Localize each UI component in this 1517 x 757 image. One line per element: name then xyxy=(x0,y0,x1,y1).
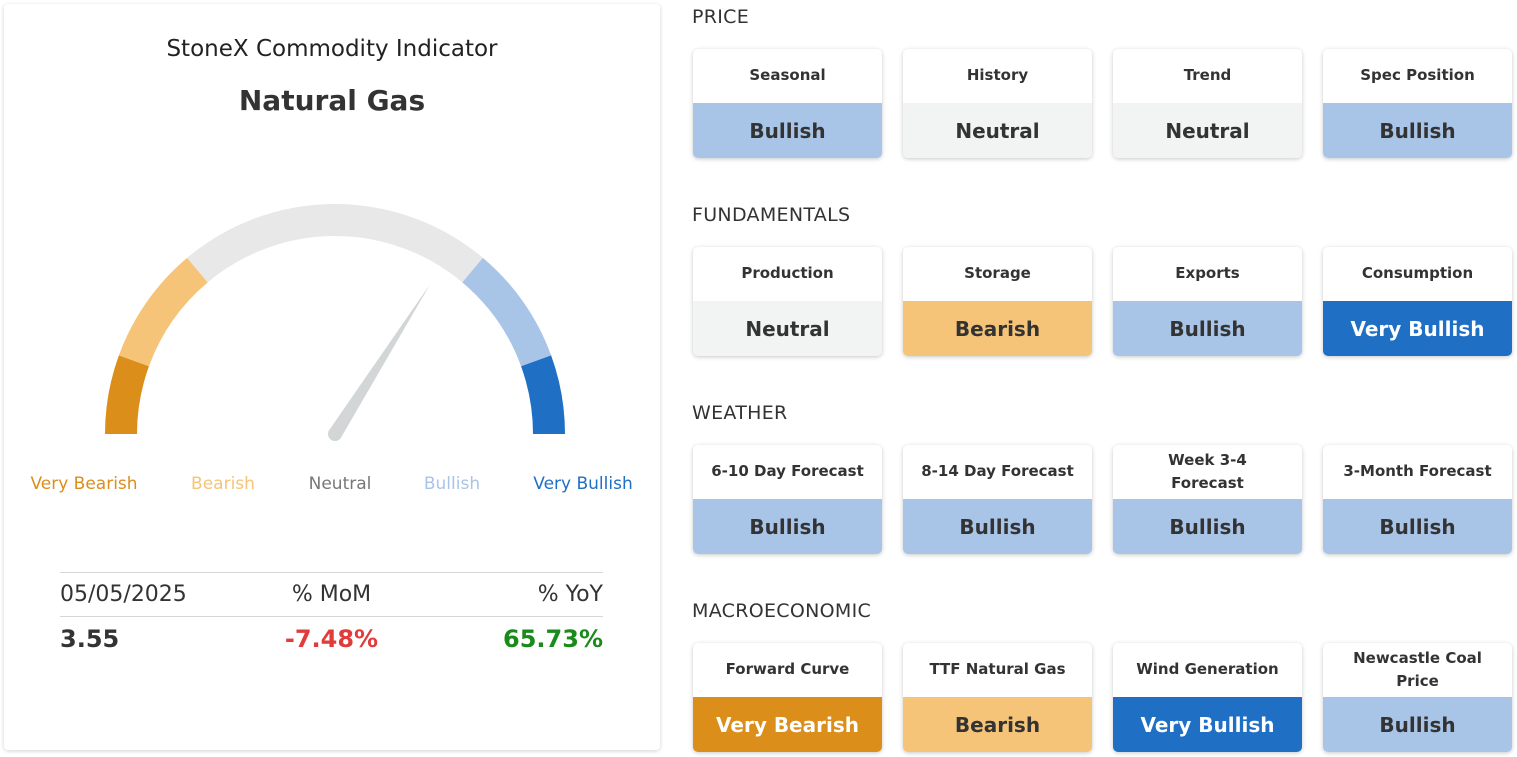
stats-value-row: 3.55 -7.48% 65.73% xyxy=(60,616,603,660)
tile-newcastle-coal-price[interactable]: Newcastle Coal Price Bullish xyxy=(1323,643,1512,752)
stats-mom-label: % MoM xyxy=(291,582,372,607)
tile-sentiment: Bullish xyxy=(693,103,882,158)
tile-spec-position[interactable]: Spec Position Bullish xyxy=(1323,49,1512,158)
tile-sentiment: Neutral xyxy=(1113,103,1302,158)
tile-storage[interactable]: Storage Bearish xyxy=(903,247,1092,356)
tile-sentiment: Bullish xyxy=(1113,499,1302,554)
tile-seasonal[interactable]: Seasonal Bullish xyxy=(693,49,882,158)
tile-sentiment: Bullish xyxy=(1323,103,1512,158)
tile-sentiment: Bullish xyxy=(1113,301,1302,356)
tile-label: 3-Month Forecast xyxy=(1343,462,1492,481)
tile-sentiment: Very Bearish xyxy=(693,697,882,752)
stats-table: 05/05/2025 % MoM % YoY 3.55 -7.48% 65.73… xyxy=(60,572,603,660)
tile-wind-generation[interactable]: Wind Generation Very Bullish xyxy=(1113,643,1302,752)
tile-consumption[interactable]: Consumption Very Bullish xyxy=(1323,247,1512,356)
tile-label: Spec Position xyxy=(1360,66,1475,85)
stats-header-row: 05/05/2025 % MoM % YoY xyxy=(60,572,603,616)
tile-6-10-day-forecast[interactable]: 6-10 Day Forecast Bullish xyxy=(693,445,882,554)
gauge-segment-bearish xyxy=(118,257,208,367)
section-title-fundamentals: FUNDAMENTALS xyxy=(692,204,851,226)
tile-label: Storage xyxy=(964,264,1031,283)
gauge-segment-very-bullish xyxy=(520,355,565,435)
indicator-card: StoneX Commodity Indicator Natural Gas V… xyxy=(4,4,660,750)
tile-sentiment: Bullish xyxy=(1323,499,1512,554)
scale-label-bearish: Bearish xyxy=(191,474,255,494)
tile-label: TTF Natural Gas xyxy=(929,660,1066,679)
tile-sentiment: Bullish xyxy=(693,499,882,554)
tile-label: Forward Curve xyxy=(725,660,850,679)
tile-forward-curve[interactable]: Forward Curve Very Bearish xyxy=(693,643,882,752)
tile-history[interactable]: History Neutral xyxy=(903,49,1092,158)
gauge-needle-hub xyxy=(328,427,342,441)
stats-yoy-value: 65.73% xyxy=(503,624,603,653)
scale-label-bullish: Bullish xyxy=(423,474,481,494)
tile-sentiment: Bullish xyxy=(903,499,1092,554)
tile-sentiment: Bearish xyxy=(903,697,1092,752)
tile-sentiment: Bearish xyxy=(903,301,1092,356)
sentiment-gauge xyxy=(105,204,565,441)
tile-production[interactable]: Production Neutral xyxy=(693,247,882,356)
stats-price: 3.55 xyxy=(60,624,120,653)
tile-label: Wind Generation xyxy=(1136,660,1279,679)
tile-label: Newcastle Coal Price xyxy=(1353,648,1482,690)
scale-label-neutral: Neutral xyxy=(308,474,372,494)
gauge-segment-neutral xyxy=(187,204,483,283)
gauge-segment-bullish xyxy=(462,257,552,367)
tile-label: Seasonal xyxy=(749,66,826,85)
tile-trend[interactable]: Trend Neutral xyxy=(1113,49,1302,158)
tile-sentiment: Very Bullish xyxy=(1323,301,1512,356)
stats-mom-value: -7.48% xyxy=(284,624,379,653)
section-title-price: PRICE xyxy=(692,6,750,28)
tile-3-month-forecast[interactable]: 3-Month Forecast Bullish xyxy=(1323,445,1512,554)
tile-label: Trend xyxy=(1183,66,1232,85)
scale-label-very-bullish: Very Bullish xyxy=(533,474,633,494)
tile-label: History xyxy=(966,66,1029,85)
tile-label: 8-14 Day Forecast xyxy=(921,462,1074,481)
tile-label: Consumption xyxy=(1361,264,1474,283)
tile-sentiment: Bullish xyxy=(1323,697,1512,752)
section-title-weather: WEATHER xyxy=(692,402,788,424)
tile-sentiment: Neutral xyxy=(903,103,1092,158)
tile-week-3-4-forecast[interactable]: Week 3-4 Forecast Bullish xyxy=(1113,445,1302,554)
tile-label: Exports xyxy=(1175,264,1240,283)
tile-sentiment: Very Bullish xyxy=(1113,697,1302,752)
scale-label-very-bearish: Very Bearish xyxy=(30,474,138,494)
gauge-needle xyxy=(329,283,431,438)
tile-label: 6-10 Day Forecast xyxy=(711,462,864,481)
section-title-macroeconomic: MACROECONOMIC xyxy=(692,600,872,622)
tile-label: Week 3-4 Forecast xyxy=(1168,450,1247,492)
tile-label: Production xyxy=(741,264,834,283)
gauge-segment-very-bearish xyxy=(105,355,150,435)
stats-yoy-label: % YoY xyxy=(537,582,603,607)
tile-8-14-day-forecast[interactable]: 8-14 Day Forecast Bullish xyxy=(903,445,1092,554)
tile-sentiment: Neutral xyxy=(693,301,882,356)
tile-exports[interactable]: Exports Bullish xyxy=(1113,247,1302,356)
tile-ttf-natural-gas[interactable]: TTF Natural Gas Bearish xyxy=(903,643,1092,752)
stats-date: 05/05/2025 xyxy=(60,582,187,607)
